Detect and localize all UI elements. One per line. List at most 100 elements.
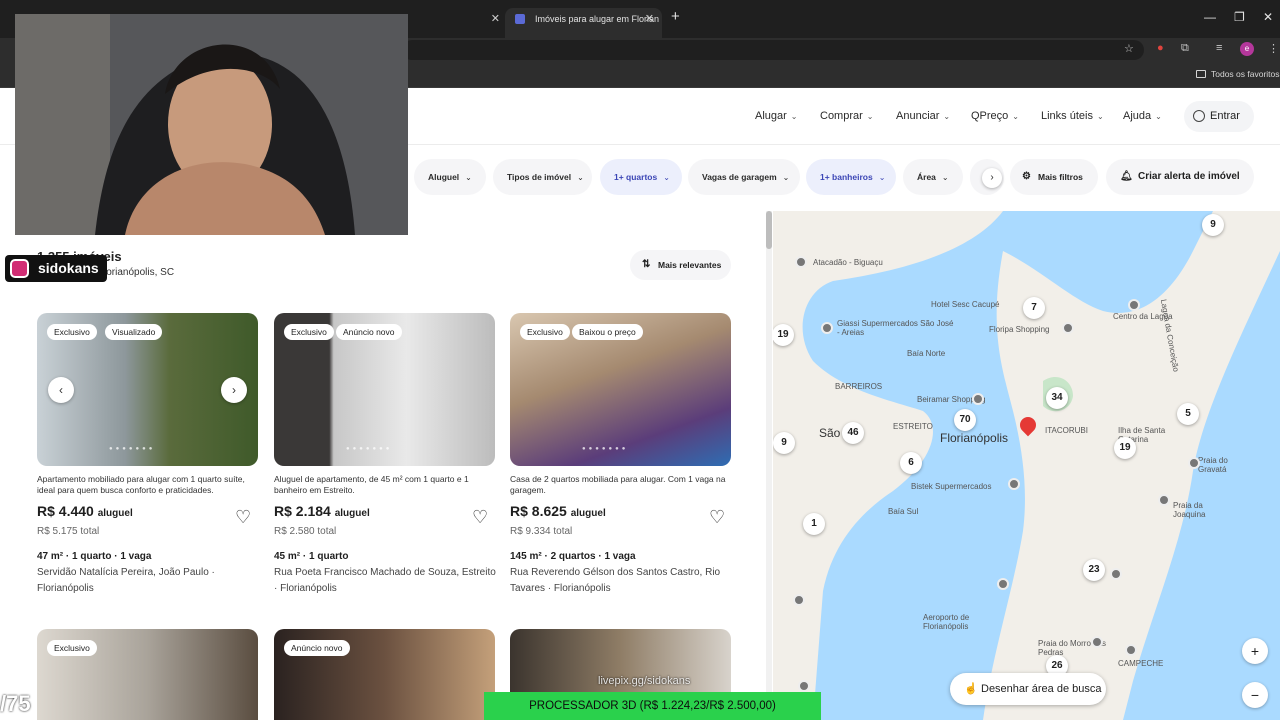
map-label: Aeroporto de Florianópolis (923, 613, 970, 631)
nav-alugar[interactable]: Alugar ⌄ (755, 110, 798, 122)
carousel-dots: ●●●●●●● (582, 446, 629, 452)
map-cluster[interactable]: 1 (803, 513, 825, 535)
badge-visualizado: Visualizado (105, 324, 163, 340)
map-label: ESTREITO (893, 422, 933, 431)
listing-address: Rua Poeta Francisco Machado de Souza, Es… (274, 567, 496, 594)
poi-icon[interactable] (1125, 644, 1137, 656)
listing-photo[interactable]: Exclusivo Baixou o preço ●●●●●●● (510, 313, 731, 466)
listing-total: R$ 5.175 total (37, 526, 100, 537)
listing-photo[interactable]: Anúncio novo (274, 629, 495, 720)
poi-icon[interactable] (1188, 457, 1200, 469)
nav-comprar[interactable]: Comprar ⌄ (820, 110, 874, 122)
map-cluster[interactable]: 34 (1046, 387, 1068, 409)
map-cluster[interactable]: 9 (773, 432, 795, 454)
puzzle-icon[interactable]: ⧉ (1181, 42, 1189, 55)
poi-icon[interactable] (1158, 494, 1170, 506)
poi-icon[interactable] (1110, 568, 1122, 580)
listing-photo[interactable]: Exclusivo Anúncio novo ●●●●●●● (274, 313, 495, 466)
chevron-down-icon: ⌄ (1012, 112, 1019, 121)
instagram-icon (10, 259, 29, 278)
bookmark-star-icon[interactable]: ☆ (1124, 42, 1134, 55)
filter-area[interactable]: Área ⌄ (903, 159, 963, 195)
badge-exclusivo: Exclusivo (47, 324, 97, 340)
zoom-in-button[interactable]: + (1242, 638, 1268, 664)
poi-icon[interactable] (798, 680, 810, 692)
carousel-dots: ●●●●●●● (109, 446, 156, 452)
poi-icon[interactable] (1091, 636, 1103, 648)
map-cluster[interactable]: 19 (773, 324, 794, 346)
close-tab-icon[interactable]: ✕ (645, 8, 654, 30)
hand-icon: ☝ (964, 683, 978, 695)
poi-icon[interactable] (821, 322, 833, 334)
livepix-link: livepix.gg/sidokans (598, 675, 691, 687)
tab-inactive[interactable]: ✕ (408, 8, 508, 38)
map-label: Baía Sul (888, 507, 919, 516)
poi-icon[interactable] (1008, 478, 1020, 490)
heart-icon[interactable]: ♡ (709, 507, 725, 528)
poi-icon[interactable] (997, 578, 1009, 590)
map-cluster[interactable]: 23 (1083, 559, 1105, 581)
poi-icon[interactable] (972, 393, 984, 405)
filter-quartos[interactable]: 1+ quartos ⌄ (600, 159, 682, 195)
chevron-right-icon[interactable]: › (221, 377, 247, 403)
sort-button[interactable]: ⇅ Mais relevantes (630, 250, 731, 280)
map-cluster[interactable]: 46 (842, 422, 864, 444)
filter-banheiros[interactable]: 1+ banheiros ⌄ (806, 159, 896, 195)
listing-photo[interactable]: Exclusivo Visualizado ‹ › ●●●●●●● (37, 313, 258, 466)
extension-icon[interactable]: ● (1157, 42, 1164, 54)
scrollbar-thumb[interactable] (766, 211, 772, 249)
nav-links-uteis[interactable]: Links úteis ⌄ (1041, 110, 1104, 122)
zoom-out-button[interactable]: − (1242, 682, 1268, 708)
nav-qpreco[interactable]: QPreço ⌄ (971, 110, 1019, 122)
poi-icon[interactable] (1128, 299, 1140, 311)
minimize-icon[interactable]: — (1204, 10, 1216, 24)
chevron-down-icon: ⌄ (878, 173, 886, 182)
carousel-dots: ●●●●●●● (346, 446, 393, 452)
create-alert-button[interactable]: 🔔︎ Criar alerta de imóvel (1106, 159, 1254, 195)
badge-exclusivo: Exclusivo (47, 640, 97, 656)
address-bar[interactable] (402, 40, 1144, 60)
map-cluster[interactable]: 7 (1023, 297, 1045, 319)
tab-active[interactable]: Imóveis para alugar em Florian ✕ (505, 8, 662, 38)
more-filters-button[interactable]: ⚙ Mais filtros (1010, 159, 1098, 195)
map[interactable]: Atacadão - Biguaçu Hotel Sesc Cacupé Lag… (773, 211, 1280, 720)
close-window-icon[interactable]: ✕ (1263, 10, 1273, 24)
avatar[interactable]: e (1240, 42, 1254, 56)
listing-specs: 45 m² · 1 quarto (274, 551, 349, 562)
poi-icon[interactable] (795, 256, 807, 268)
nav-ajuda[interactable]: Ajuda ⌄ (1123, 110, 1162, 122)
map-cluster[interactable]: 5 (1177, 403, 1199, 425)
poi-icon[interactable] (1062, 322, 1074, 334)
media-icon[interactable]: ≡ (1216, 42, 1222, 54)
donation-goal-banner: PROCESSADOR 3D (R$ 1.224,23/R$ 2.500,00) (484, 692, 821, 720)
nav-anunciar[interactable]: Anunciar ⌄ (896, 110, 950, 122)
filter-vagas[interactable]: Vagas de garagem ⌄ (688, 159, 800, 195)
close-tab-icon[interactable]: ✕ (491, 8, 500, 30)
badge-exclusivo: Exclusivo (520, 324, 570, 340)
menu-icon[interactable]: ⋮ (1268, 42, 1279, 55)
map-cluster[interactable]: 6 (900, 452, 922, 474)
sliders-icon: ⚙ (1022, 171, 1031, 182)
chevron-left-icon[interactable]: ‹ (48, 377, 74, 403)
filter-tipos-imovel[interactable]: Tipos de imóvel ⌄ (493, 159, 592, 195)
draw-search-area-button[interactable]: ☝ Desenhar área de busca (950, 673, 1106, 705)
results-scrollbar[interactable] (766, 211, 772, 720)
filter-aluguel[interactable]: Aluguel ⌄ (414, 159, 486, 195)
map-label: BARREIROS (835, 382, 883, 391)
map-label: Bistek Supermercados (911, 482, 992, 491)
all-bookmarks-link[interactable]: Todos os favoritos (1211, 69, 1280, 79)
new-tab-button[interactable]: + (671, 8, 680, 25)
stream-counter: /75 (0, 691, 31, 716)
chevron-right-icon[interactable]: › (982, 168, 1002, 188)
heart-icon[interactable]: ♡ (472, 507, 488, 528)
map-cluster[interactable]: 19 (1114, 437, 1136, 459)
map-cluster[interactable]: 70 (954, 409, 976, 431)
listing-photo[interactable]: Exclusivo (37, 629, 258, 720)
map-label: Praia do Gravatá (1198, 456, 1228, 474)
poi-icon[interactable] (793, 594, 805, 606)
heart-icon[interactable]: ♡ (235, 507, 251, 528)
chevron-down-icon: ⌄ (866, 112, 874, 121)
login-button[interactable]: Entrar (1184, 101, 1254, 132)
map-cluster[interactable]: 9 (1202, 214, 1224, 236)
restore-icon[interactable]: ❐ (1234, 10, 1245, 24)
